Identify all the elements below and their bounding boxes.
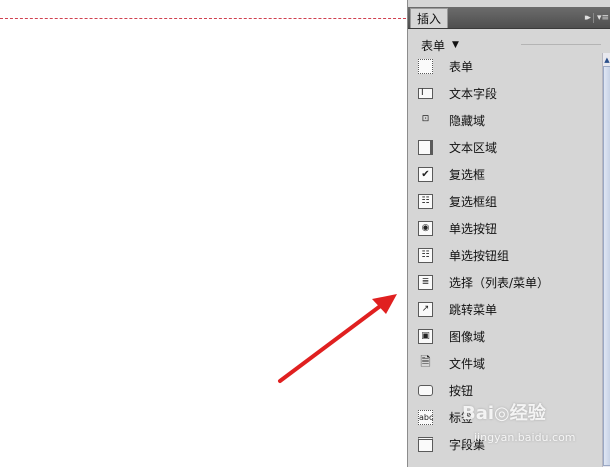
collapse-icon[interactable]: ▸▸	[585, 13, 591, 23]
list-item-textarea[interactable]: 文本区域	[408, 135, 602, 162]
hidden-field-icon: ⊡	[421, 114, 430, 124]
list-item-file-field[interactable]: 🗎 文件域	[408, 351, 602, 378]
page-guide-line	[0, 18, 406, 19]
list-item-select[interactable]: ≣ 选择（列表/菜单）	[408, 270, 602, 297]
file-field-icon: 🗎	[420, 355, 431, 370]
list-item-form[interactable]: 表单	[408, 54, 602, 81]
list-item-radio-group[interactable]: ☷ 单选按钮组	[408, 243, 602, 270]
item-label: 文件域	[449, 357, 486, 371]
design-canvas[interactable]	[0, 0, 408, 467]
checkbox-group-icon: ☷	[418, 194, 433, 209]
radio-button-icon: ◉	[418, 221, 433, 236]
tab-insert[interactable]: 插入	[410, 8, 448, 28]
list-item-button[interactable]: 按钮	[408, 378, 602, 405]
textarea-icon	[418, 140, 433, 155]
scroll-up-icon[interactable]: ▲	[603, 55, 610, 65]
item-label: 跳转菜单	[449, 303, 498, 317]
button-icon	[418, 385, 433, 396]
item-label: 文本字段	[449, 87, 498, 101]
item-label: 表单	[449, 60, 474, 74]
image-field-icon: ▣	[418, 329, 433, 344]
panel-scrollbar[interactable]: ▲	[602, 53, 610, 467]
list-item-radio-button[interactable]: ◉ 单选按钮	[408, 216, 602, 243]
list-item-fieldset[interactable]: 字段集	[408, 432, 602, 459]
item-label: 复选框	[449, 168, 486, 182]
item-label: 复选框组	[449, 195, 498, 209]
select-list-icon: ≣	[418, 275, 433, 290]
radio-group-icon: ☷	[418, 248, 433, 263]
category-dropdown[interactable]: 表单 ▼	[421, 37, 459, 53]
item-label: 字段集	[449, 438, 486, 452]
item-label: 单选按钮组	[449, 249, 510, 263]
chevron-down-icon: ▼	[452, 40, 459, 50]
item-label: 隐藏域	[449, 114, 486, 128]
item-label: 标签	[449, 411, 474, 425]
list-item-text-field[interactable]: I 文本字段	[408, 81, 602, 108]
fieldset-icon	[418, 437, 433, 452]
scroll-thumb[interactable]	[603, 66, 610, 466]
item-label: 图像域	[449, 330, 486, 344]
list-item-image-field[interactable]: ▣ 图像域	[408, 324, 602, 351]
panel-tab-bar: 插入 ▸▸ ▾≡	[408, 7, 610, 29]
item-label: 按钮	[449, 384, 474, 398]
category-label: 表单	[421, 38, 446, 53]
list-item-checkbox[interactable]: ✔ 复选框	[408, 162, 602, 189]
item-label: 单选按钮	[449, 222, 498, 236]
checkbox-icon: ✔	[418, 167, 433, 182]
insert-panel: 插入 ▸▸ ▾≡ 表单 ▼ 表单 I 文本字段 ⊡ 隐藏域 文本区域 ✔ 复选框	[407, 0, 610, 467]
form-icon	[418, 59, 433, 74]
panel-controls: ▸▸ ▾≡	[585, 10, 609, 25]
panel-menu-icon[interactable]: ▾≡	[592, 12, 609, 23]
label-icon: abc	[418, 410, 433, 425]
jump-menu-icon: ↗	[418, 302, 433, 317]
list-item-jump-menu[interactable]: ↗ 跳转菜单	[408, 297, 602, 324]
item-label: 选择（列表/菜单）	[449, 276, 550, 290]
list-item-checkbox-group[interactable]: ☷ 复选框组	[408, 189, 602, 216]
text-field-icon: I	[418, 88, 433, 99]
list-item-hidden-field[interactable]: ⊡ 隐藏域	[408, 108, 602, 135]
list-item-label[interactable]: abc 标签	[408, 405, 602, 432]
item-label: 文本区域	[449, 141, 498, 155]
category-divider	[521, 44, 601, 45]
